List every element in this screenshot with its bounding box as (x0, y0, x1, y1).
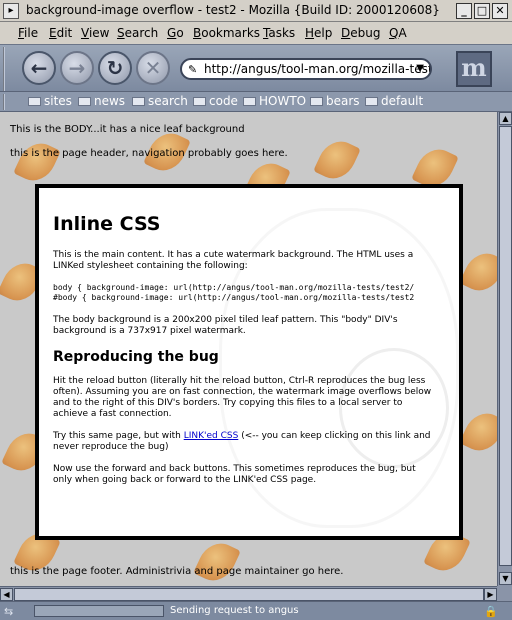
menu-bar: File Edit View Search Go Bookmarks Tasks… (0, 22, 512, 44)
leaf-background-decoration (193, 536, 241, 586)
menu-tasks[interactable]: Tasks (263, 26, 295, 40)
code-line: body { background-image: url(http://angu… (53, 283, 415, 292)
scroll-left-icon[interactable]: ◀ (0, 588, 13, 601)
menu-go[interactable]: Go (167, 26, 184, 40)
menu-search[interactable]: Search (117, 26, 158, 40)
back-button[interactable]: ← (22, 51, 56, 85)
horizontal-scrollbar[interactable]: ◀ ▶ (0, 586, 497, 601)
status-bar: ⇆ Sending request to angus 🔒 (0, 601, 512, 620)
main-content-inner: Inline CSS This is the main content. It … (53, 212, 459, 497)
url-text[interactable]: http://angus/tool-man.org/mozilla-tests/ (204, 62, 430, 76)
forward-button[interactable]: → (60, 51, 94, 85)
leaf-background-decoration (459, 406, 497, 458)
menu-qa[interactable]: QA (389, 26, 407, 40)
folder-icon (310, 97, 323, 106)
vertical-scroll-thumb[interactable] (499, 126, 512, 566)
stop-button[interactable]: ✕ (136, 51, 170, 85)
title-bar: ▸ background-image overflow - test2 - Mo… (0, 0, 512, 22)
page-header-text: this is the page header, navigation prob… (10, 148, 288, 159)
leaf-background-decoration (13, 136, 61, 188)
menu-view[interactable]: View (81, 26, 109, 40)
bookmark-folder-code[interactable]: code (193, 94, 238, 108)
online-status-icon[interactable]: ⇆ (4, 605, 13, 618)
vertical-scrollbar[interactable]: ▲ ▼ (497, 112, 512, 586)
repro-paragraph: Hit the reload button (literally hit the… (53, 376, 432, 419)
linked-css-link[interactable]: LINK'ed CSS (184, 431, 239, 441)
scroll-right-icon[interactable]: ▶ (484, 588, 497, 601)
maximize-button[interactable]: □ (474, 3, 490, 19)
bookmark-folder-news[interactable]: news (78, 94, 125, 108)
intro-paragraph: This is the main content. It has a cute … (53, 250, 414, 271)
folder-icon (28, 97, 41, 106)
bookmark-folder-default[interactable]: default (365, 94, 423, 108)
security-lock-icon[interactable]: 🔒 (484, 605, 498, 618)
menu-bookmarks[interactable]: Bookmarks (193, 26, 260, 40)
status-text: Sending request to angus (170, 605, 299, 616)
minimize-button[interactable]: _ (456, 3, 472, 19)
bookmark-folder-sites[interactable]: sites (28, 94, 72, 108)
section-heading: Reproducing the bug (53, 349, 219, 365)
folder-icon (193, 97, 206, 106)
menu-debug[interactable]: Debug (341, 26, 380, 40)
personal-toolbar-grip[interactable] (3, 94, 9, 110)
code-line: #body { background-image: url(http://ang… (53, 293, 415, 302)
main-heading: Inline CSS (53, 213, 161, 235)
bookmark-folder-howto[interactable]: HOWTO (243, 94, 306, 108)
main-content-box: Inline CSS This is the main content. It … (35, 184, 463, 540)
back-arrow-icon: ← (30, 56, 48, 80)
folder-icon (243, 97, 256, 106)
menu-help[interactable]: Help (305, 26, 332, 40)
try-paragraph: Try this same page, but with LINK'ed CSS… (53, 431, 431, 452)
bookmark-folder-search[interactable]: search (132, 94, 188, 108)
menu-file[interactable]: File (18, 26, 38, 40)
window-title: background-image overflow - test2 - Mozi… (26, 3, 440, 17)
toolbar-grip[interactable] (3, 47, 9, 91)
leaf-background-decoration (459, 246, 497, 298)
navigation-toolbar: ← → ↻ ✕ ✎ http://angus/tool-man.org/mozi… (0, 44, 512, 92)
body-text: This is the BODY...it has a nice leaf ba… (10, 124, 245, 135)
bookmark-folder-bears[interactable]: bears (310, 94, 360, 108)
leaf-background-decoration (313, 134, 361, 186)
reload-button[interactable]: ↻ (98, 51, 132, 85)
background-note-paragraph: The body background is a 200x200 pixel t… (53, 315, 398, 336)
forward-back-paragraph: Now use the forward and back buttons. Th… (53, 464, 416, 485)
folder-icon (365, 97, 378, 106)
scroll-up-icon[interactable]: ▲ (499, 112, 512, 125)
mozilla-logo[interactable]: m (456, 51, 492, 87)
menu-edit[interactable]: Edit (49, 26, 72, 40)
forward-arrow-icon: → (68, 56, 86, 80)
personal-toolbar: sites news search code HOWTO bears defau… (0, 92, 512, 112)
horizontal-scroll-thumb[interactable] (14, 588, 484, 601)
stop-icon: ✕ (144, 56, 162, 80)
page-proxy-icon[interactable]: ✎ (188, 61, 197, 78)
url-history-dropdown-icon[interactable]: ▼ (416, 60, 424, 78)
progress-meter (34, 605, 164, 617)
scroll-down-icon[interactable]: ▼ (499, 572, 512, 585)
window-menu-button[interactable]: ▸ (3, 3, 19, 19)
close-button[interactable]: ✕ (492, 3, 508, 19)
folder-icon (132, 97, 145, 106)
url-bar[interactable]: ✎ http://angus/tool-man.org/mozilla-test… (180, 58, 432, 80)
page-content[interactable]: This is the BODY...it has a nice leaf ba… (0, 112, 497, 586)
scrollbar-corner (497, 586, 512, 601)
css-code-block: body { background-image: url(http://angu… (53, 283, 459, 303)
reload-icon: ↻ (106, 56, 124, 80)
folder-icon (78, 97, 91, 106)
page-footer-text: this is the page footer. Administrivia a… (10, 566, 344, 577)
